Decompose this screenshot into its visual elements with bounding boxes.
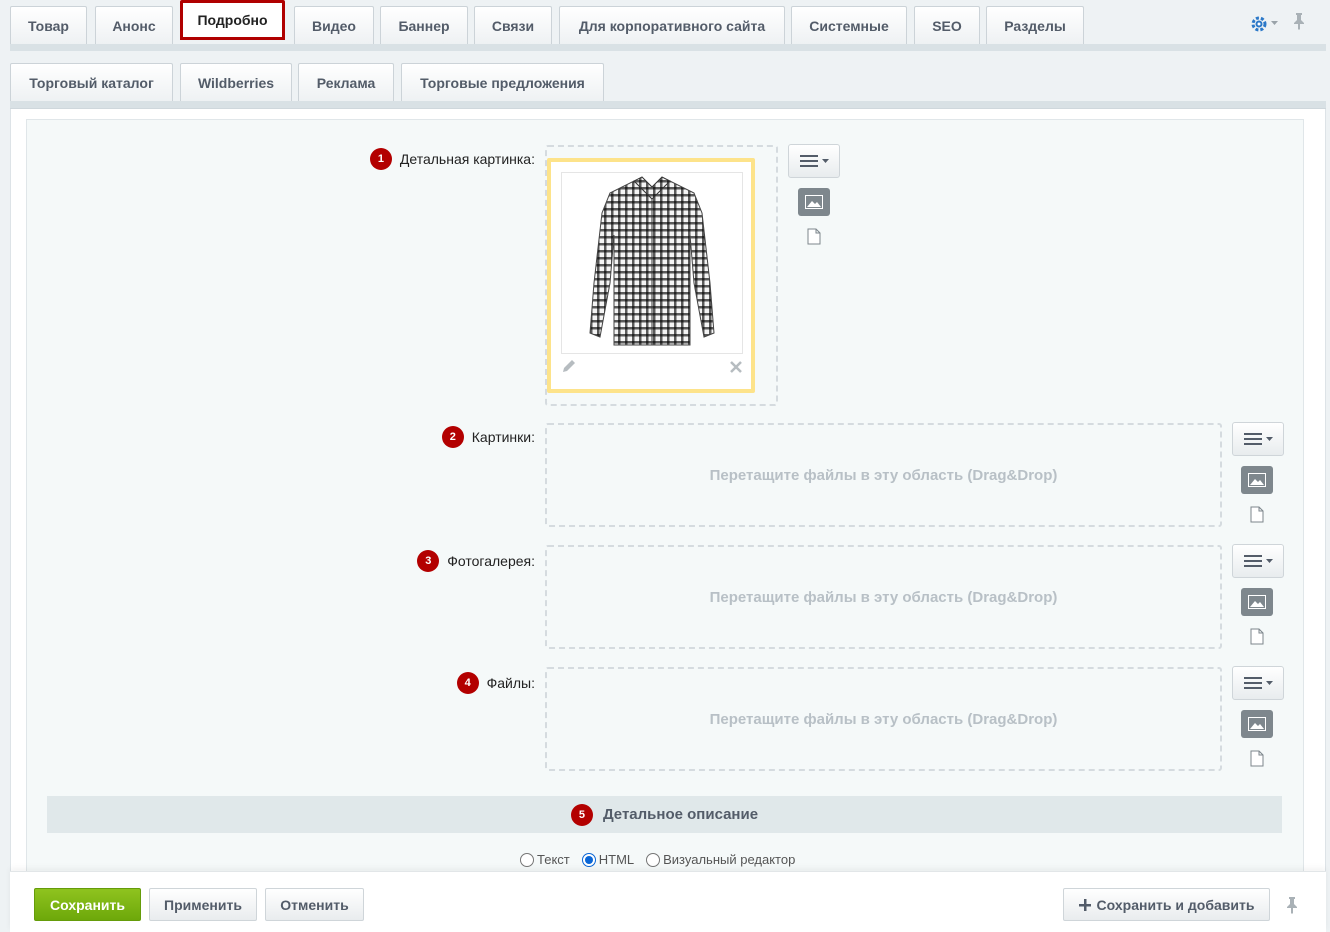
tab-tovar[interactable]: Товар (10, 6, 87, 44)
radio-html-label: HTML (598, 852, 635, 867)
badge-4: 4 (456, 672, 479, 694)
chevron-down-icon (821, 158, 829, 163)
tab-banner[interactable]: Баннер (380, 6, 468, 44)
apply-button[interactable]: Применить (149, 888, 257, 921)
chevron-down-icon (1265, 680, 1273, 685)
gallery-label: 3 Фотогалерея: (417, 550, 535, 572)
tab-system[interactable]: Системные (791, 6, 907, 44)
menu-icon (799, 155, 818, 167)
pictures-file-button[interactable] (1250, 506, 1266, 524)
pin-icon[interactable] (1292, 12, 1306, 35)
file-icon (1250, 750, 1264, 767)
detail-description-header: 5 Детальное описание (47, 796, 1282, 833)
tab-anons[interactable]: Анонс (95, 6, 173, 44)
radio-html-dot[interactable] (581, 852, 596, 867)
tab-podrobno[interactable]: Подробно (180, 0, 285, 40)
radio-visual-label: Визуальный редактор (663, 852, 796, 867)
badge-3: 3 (417, 550, 440, 572)
image-icon (805, 195, 823, 209)
delete-icon[interactable] (729, 360, 743, 379)
detail-picture-label: 1 Детальная картинка: (369, 148, 535, 170)
pictures-dropzone[interactable]: Перетащите файлы в эту область (Drag&Dro… (545, 423, 1222, 527)
file-icon (1250, 506, 1264, 523)
pictures-label-text: Картинки: (471, 429, 535, 445)
files-file-button[interactable] (1250, 750, 1266, 768)
radio-visual[interactable]: Визуальный редактор (646, 852, 795, 867)
badge-1: 1 (369, 148, 392, 170)
gallery-file-button[interactable] (1250, 628, 1266, 646)
plus-icon (1078, 898, 1091, 911)
save-and-add-button[interactable]: Сохранить и добавить (1063, 888, 1270, 921)
chevron-down-icon (1265, 436, 1273, 441)
image-icon (1248, 595, 1266, 609)
tab-settings-area (1250, 12, 1306, 35)
tab-corporate[interactable]: Для корпоративного сайта (559, 6, 785, 44)
tab-trade-offers[interactable]: Торговые предложения (401, 63, 604, 101)
tab-seo[interactable]: SEO (914, 6, 980, 44)
tab-reklama[interactable]: Реклама (298, 63, 394, 101)
footer-pin-icon[interactable] (1285, 896, 1299, 919)
menu-icon (1243, 433, 1262, 445)
detail-picture-label-text: Детальная картинка: (399, 151, 535, 167)
save-button[interactable]: Сохранить (34, 888, 141, 921)
edit-pencil-icon[interactable] (561, 358, 577, 379)
tab-svyazi[interactable]: Связи (474, 6, 552, 44)
file-icon (807, 228, 821, 245)
tab-wildberries[interactable]: Wildberries (180, 63, 292, 101)
radio-text-label: Текст (537, 852, 570, 867)
pictures-image-button[interactable] (1241, 466, 1273, 494)
save-and-add-label: Сохранить и добавить (1096, 896, 1255, 913)
chevron-down-icon (1265, 558, 1273, 563)
radio-html[interactable]: HTML (581, 852, 635, 867)
shirt-image (561, 172, 743, 354)
files-dropzone[interactable]: Перетащите файлы в эту область (Drag&Dro… (545, 667, 1222, 771)
gallery-label-text: Фотогалерея: (447, 553, 535, 569)
files-image-button[interactable] (1241, 710, 1273, 738)
chevron-down-icon (1271, 21, 1278, 25)
footer-toolbar: Сохранить Применить Отменить Сохранить и… (10, 871, 1326, 932)
files-menu-button[interactable] (1232, 666, 1284, 700)
detail-picture-image-button[interactable] (798, 188, 830, 216)
file-icon (1250, 628, 1264, 645)
files-label-text: Файлы: (486, 675, 535, 691)
files-label: 4 Файлы: (456, 672, 535, 694)
detail-picture-file-button[interactable] (807, 228, 823, 246)
image-icon (1248, 717, 1266, 731)
pictures-label: 2 Картинки: (441, 426, 535, 448)
radio-text[interactable]: Текст (520, 852, 570, 867)
tabs-divider (10, 44, 1326, 51)
badge-5: 5 (570, 803, 593, 826)
tab-video[interactable]: Видео (294, 6, 374, 44)
cancel-button[interactable]: Отменить (265, 888, 364, 921)
gallery-image-button[interactable] (1241, 588, 1273, 616)
badge-2: 2 (441, 426, 464, 448)
detail-picture-preview (547, 158, 755, 393)
menu-icon (1243, 555, 1262, 567)
menu-icon (1243, 677, 1262, 689)
pictures-menu-button[interactable] (1232, 422, 1284, 456)
detail-picture-menu-button[interactable] (788, 144, 840, 178)
tab-razdely[interactable]: Разделы (986, 6, 1084, 44)
tabs-divider-2 (10, 101, 1326, 109)
radio-visual-dot[interactable] (646, 852, 661, 867)
gallery-dropzone[interactable]: Перетащите файлы в эту область (Drag&Dro… (545, 545, 1222, 649)
detail-description-title: Детальное описание (602, 806, 759, 823)
tab-trade-catalog[interactable]: Торговый каталог (10, 63, 173, 101)
gallery-menu-button[interactable] (1232, 544, 1284, 578)
gear-icon[interactable] (1250, 15, 1278, 33)
radio-text-dot[interactable] (520, 852, 534, 867)
image-icon (1248, 473, 1266, 487)
editor-mode-selector: Текст HTML Визуальный редактор (520, 852, 795, 867)
